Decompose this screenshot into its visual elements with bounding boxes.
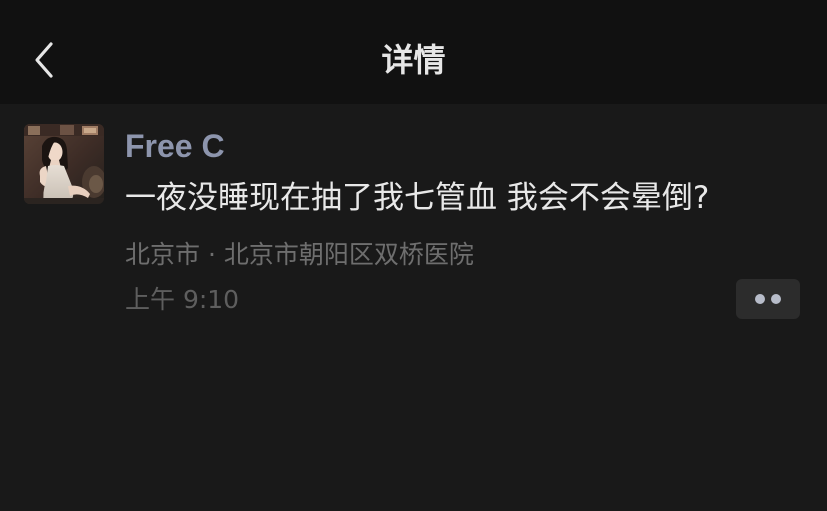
more-button[interactable] <box>736 279 800 319</box>
post-content: 一夜没睡现在抽了我七管血 我会不会晕倒? <box>125 180 710 216</box>
location-link[interactable]: 北京市 · 北京市朝阳区双桥医院 <box>125 237 474 273</box>
avatar[interactable] <box>24 124 104 204</box>
nav-bar: 详情 <box>0 0 827 104</box>
author-name[interactable]: Free C <box>125 126 225 166</box>
page-title: 详情 <box>381 41 446 79</box>
post-timestamp: 上午 9:10 <box>125 285 240 314</box>
